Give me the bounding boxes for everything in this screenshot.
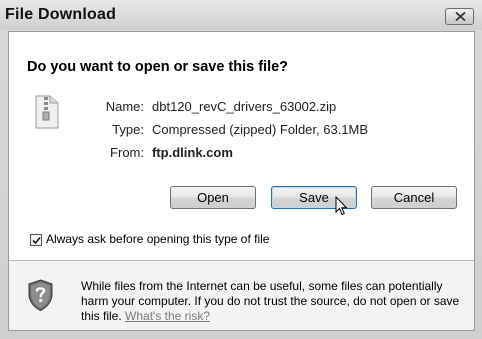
checkmark-icon xyxy=(32,236,41,245)
security-warning: While files from the Internet can be use… xyxy=(9,261,474,330)
name-value: dbt120_revC_drivers_63002.zip xyxy=(152,99,337,114)
file-from-row: From: ftp.dlink.com xyxy=(9,145,474,161)
cancel-button[interactable]: Cancel xyxy=(371,186,457,209)
name-label: Name: xyxy=(105,99,144,114)
close-button[interactable] xyxy=(445,8,474,25)
type-label: Type: xyxy=(112,122,144,137)
whats-the-risk-link[interactable]: What's the risk? xyxy=(125,309,210,323)
title-bar: File Download xyxy=(0,0,482,30)
file-type-row: Type: Compressed (zipped) Folder, 63.1MB xyxy=(9,122,474,138)
dialog-content: Do you want to open or save this file? N… xyxy=(8,31,475,331)
from-label: From: xyxy=(110,145,144,160)
close-icon xyxy=(455,12,466,21)
file-download-dialog: File Download Do you want to open or sav… xyxy=(0,0,482,339)
from-value: ftp.dlink.com xyxy=(152,145,233,160)
shield-warning-icon xyxy=(28,279,53,312)
file-name-row: Name: dbt120_revC_drivers_63002.zip xyxy=(9,99,474,115)
open-button[interactable]: Open xyxy=(170,186,256,209)
dialog-title: File Download xyxy=(5,6,117,23)
warning-message: While files from the Internet can be use… xyxy=(81,279,471,324)
always-ask-checkbox[interactable] xyxy=(30,234,42,246)
mouse-cursor-icon xyxy=(335,196,348,216)
type-value: Compressed (zipped) Folder, 63.1MB xyxy=(152,122,369,137)
always-ask-label[interactable]: Always ask before opening this type of f… xyxy=(46,232,269,246)
dialog-heading: Do you want to open or save this file? xyxy=(27,59,289,75)
